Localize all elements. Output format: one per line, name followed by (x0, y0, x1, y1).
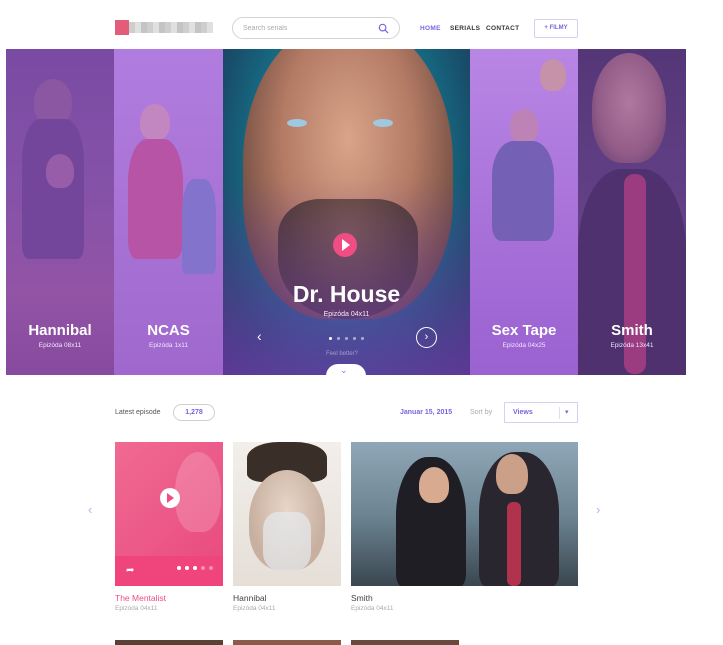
slide-dot[interactable] (345, 337, 348, 340)
date-label[interactable]: Januar 15, 2015 (400, 409, 452, 416)
slide-dr-house[interactable]: Dr. House Epizóda 04x11 ‹ › Feel better? (223, 49, 470, 375)
next-slide-button[interactable]: › (416, 327, 437, 348)
card-smith[interactable] (351, 442, 578, 586)
logo-mark (115, 20, 129, 35)
nav-serials[interactable]: SERIALS (450, 25, 480, 32)
share-icon[interactable]: ➦ (126, 565, 134, 576)
search-icon[interactable] (378, 23, 389, 34)
logo[interactable] (115, 20, 213, 35)
slide-dot[interactable] (353, 337, 356, 340)
person-face (419, 467, 449, 503)
slide-dots[interactable] (329, 337, 364, 340)
person-scarf (507, 502, 521, 586)
slide-episode: Epizóda 13x41 (610, 342, 654, 349)
slide-hannibal[interactable]: Hannibal Epizóda 08x11 (6, 49, 114, 375)
slide-episode: Epizóda 04x11 (323, 311, 370, 318)
slide-episode: Epizóda 1x11 (149, 342, 188, 349)
card-the-mentalist[interactable]: ➦ (115, 442, 223, 586)
slide-episode: Epizóda 04x25 (502, 342, 546, 349)
slide-sex-tape[interactable]: Sex Tape Epizóda 04x25 (470, 49, 578, 375)
slide-title: Sex Tape (491, 322, 557, 339)
rating-dots[interactable] (177, 566, 213, 570)
slide-title: NCAS (147, 322, 190, 339)
card-title[interactable]: Smith (351, 593, 373, 603)
caret-down-icon: ▾ (565, 409, 569, 416)
sort-value: Views (513, 409, 533, 416)
latest-episode-label: Latest episode (115, 409, 161, 416)
chevron-down-icon[interactable]: ⌄ (340, 365, 348, 376)
rating-dot[interactable] (209, 566, 213, 570)
rating-dot[interactable] (201, 566, 205, 570)
logo-wordmark (129, 22, 213, 33)
person-figure (175, 452, 221, 532)
select-divider (559, 407, 560, 419)
cards-prev-icon[interactable]: ‹ (88, 502, 92, 517)
card-title[interactable]: The Mentalist (115, 593, 166, 603)
card-peek[interactable] (351, 640, 459, 645)
card-episode: Epizóda 04x11 (351, 605, 394, 612)
latest-count-badge[interactable]: 1,278 (173, 404, 215, 421)
search-box[interactable] (232, 17, 400, 39)
search-input[interactable] (243, 21, 375, 36)
person-face (496, 454, 528, 494)
cards-next-icon[interactable]: › (596, 502, 600, 517)
card-title[interactable]: Hannibal (233, 593, 267, 603)
hero-slider: Hannibal Epizóda 08x11 NCAS Epizóda 1x11… (6, 49, 686, 375)
card-action-bar: ➦ (115, 556, 223, 586)
rating-dot[interactable] (185, 566, 189, 570)
slide-smith[interactable]: Smith Epizóda 13x41 (578, 49, 686, 375)
nav-home[interactable]: HOME (420, 25, 441, 32)
slide-title: Hannibal (28, 322, 92, 339)
play-icon[interactable] (333, 233, 357, 257)
filmy-button[interactable]: + FILMY (534, 19, 578, 38)
slide-dot[interactable] (361, 337, 364, 340)
sort-by-label: Sort by (470, 409, 493, 416)
rating-dot[interactable] (193, 566, 197, 570)
slide-ncas[interactable]: NCAS Epizóda 1x11 (114, 49, 223, 375)
slide-dot[interactable] (329, 337, 332, 340)
card-peek[interactable] (115, 640, 223, 645)
slide-tint (223, 49, 470, 375)
card-episode: Epizóda 04x11 (115, 605, 158, 612)
play-icon[interactable] (160, 488, 180, 508)
nav-contact[interactable]: CONTACT (486, 25, 519, 32)
slide-dot[interactable] (337, 337, 340, 340)
person-mask (263, 512, 311, 570)
feel-text: Feel better? (326, 351, 359, 357)
slide-episode: Epizóda 08x11 (38, 342, 82, 349)
slide-title: Smith (611, 322, 653, 339)
card-peek[interactable] (233, 640, 341, 645)
sort-select[interactable]: Views ▾ (504, 402, 578, 423)
scroll-down-tab[interactable]: ⌄ (326, 364, 366, 376)
card-hannibal[interactable] (233, 442, 341, 586)
card-episode: Epizóda 04x11 (233, 605, 276, 612)
slide-title: Dr. House (292, 281, 401, 307)
prev-slide-icon[interactable]: ‹ (257, 328, 262, 344)
rating-dot[interactable] (177, 566, 181, 570)
